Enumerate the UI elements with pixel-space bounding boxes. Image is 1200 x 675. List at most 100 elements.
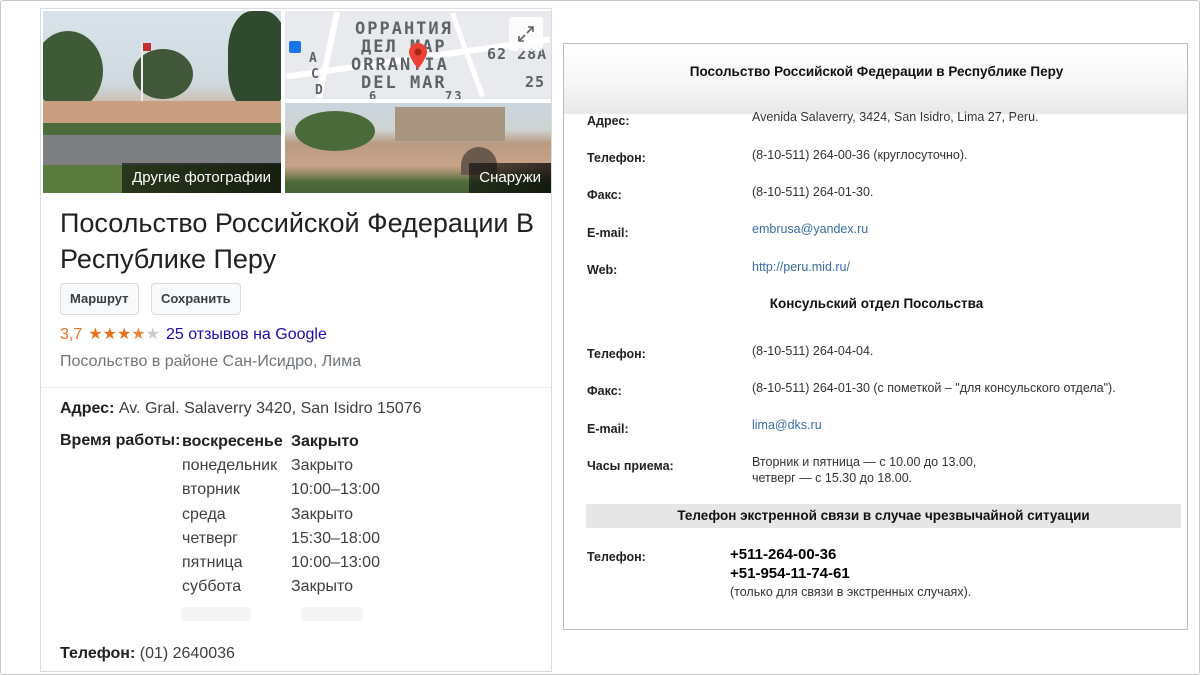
map-label: ДЕЛ MAP — [361, 37, 447, 57]
reception-hours-label: Часы приема: — [587, 459, 674, 473]
map-label: D — [315, 83, 325, 98]
hours-day: суббота — [182, 578, 242, 596]
emergency-note: (только для связи в экстренных случаях). — [730, 585, 972, 599]
hours-day: воскресенье — [182, 433, 283, 450]
star-full-icon: ★ — [88, 326, 103, 343]
site-header: Посольство Российской Федерации в Респуб… — [564, 44, 1187, 114]
consular-email-label: E-mail: — [587, 422, 629, 436]
star-full-icon: ★ — [116, 326, 132, 343]
outside-photo[interactable]: Снаружи — [285, 103, 551, 193]
consular-phone-label: Телефон: — [587, 347, 646, 361]
rating-stars: ★★★★★ — [88, 325, 160, 345]
emergency-phone-1: +511-264-00-36 — [730, 546, 837, 563]
faded-text — [301, 607, 363, 621]
hours-row: среда Закрыто — [182, 505, 411, 529]
place-category: Посольство в районе Сан-Исидро, Лима — [60, 353, 362, 370]
star-half-icon: ★ — [131, 326, 146, 343]
consular-email-link[interactable]: lima@dks.ru — [752, 418, 822, 432]
map-label: 6 — [369, 89, 379, 99]
other-photos-label[interactable]: Другие фотографии — [122, 163, 281, 193]
flag-pole — [141, 43, 151, 103]
hours-row: суббота Закрыто — [182, 577, 411, 601]
emergency-phone-label: Телефон: — [587, 550, 646, 564]
map-thumbnail[interactable]: ОРРАНТИЯ ДЕЛ MAP ORRANTIA DEL MAR A C D … — [285, 11, 551, 99]
map-label: A — [309, 51, 319, 66]
phone-value[interactable]: (01) 2640036 — [140, 645, 235, 662]
address-label: Адрес: — [60, 400, 115, 417]
hours-row: вторник 10:00–13:00 — [182, 480, 411, 504]
photo-tree — [295, 111, 375, 151]
reception-hours-line2: четверг — с 15.30 до 18.00. — [752, 471, 913, 485]
rating-row: 3,7 ★★★★★ 25 отзывов на Google — [60, 325, 327, 345]
hours-time: 10:00–13:00 — [291, 481, 380, 499]
map-label: ORRANTIA — [351, 55, 449, 75]
hours-row: пятница 10:00–13:00 — [182, 553, 411, 577]
map-label: ОРРАНТИЯ — [355, 19, 453, 39]
photo-tree — [43, 31, 103, 111]
transit-icon — [289, 41, 301, 53]
expand-map-button[interactable] — [509, 17, 543, 51]
hours-row: воскресенье Закрыто — [182, 432, 411, 456]
map-label: C — [311, 67, 321, 82]
fax-label: Факс: — [587, 188, 622, 202]
reviews-link[interactable]: 25 отзывов на Google — [166, 325, 327, 345]
hours-time: Закрыто — [291, 578, 354, 596]
phone-label: Телефон: — [60, 645, 136, 662]
consular-fax-label: Факс: — [587, 384, 622, 398]
hours-day: вторник — [182, 481, 240, 499]
hours-time: 15:30–18:00 — [291, 529, 380, 547]
hours-time: Закрыто — [291, 457, 354, 475]
photo-building — [395, 107, 505, 141]
site-title: Посольство Российской Федерации в Респуб… — [689, 64, 1064, 79]
phone-value: (8-10-511) 264-00-36 (круглосуточно). — [752, 148, 968, 162]
hours-row: четверг 15:30–18:00 — [182, 529, 411, 553]
phone-row: Телефон: (01) 2640036 — [60, 645, 235, 663]
embassy-site-card: Посольство Российской Федерации в Респуб… — [563, 43, 1188, 630]
faded-text — [181, 607, 251, 621]
hours-label: Время работы: — [60, 432, 181, 449]
hours-table: воскресенье Закрыто понедельник Закрыто … — [182, 432, 411, 601]
expand-icon — [518, 26, 534, 42]
knowledge-panel: Другие фотографии ОРРАНТИЯ ДЕЛ MAP ORRAN… — [40, 8, 552, 672]
photo-hedge — [43, 123, 281, 135]
reception-hours-line1: Вторник и пятница — с 10.00 до 13.00, — [752, 455, 977, 469]
photo-strip: Другие фотографии ОРРАНТИЯ ДЕЛ MAP ORRAN… — [43, 11, 551, 193]
address-value[interactable]: Av. Gral. Salaverry 3420, San Isidro 150… — [119, 400, 422, 417]
emergency-phone-2: +51-954-11-74-61 — [730, 565, 850, 582]
photo-road — [43, 135, 281, 165]
hours-day: среда — [182, 505, 226, 523]
web-link[interactable]: http://peru.mid.ru/ — [752, 260, 850, 274]
outside-label[interactable]: Снаружи — [469, 163, 551, 193]
email-link[interactable]: embrusa@yandex.ru — [752, 222, 868, 236]
address-label: Адрес: — [587, 114, 630, 128]
star-full-icon: ★ — [102, 326, 117, 343]
save-button[interactable]: Сохранить — [151, 283, 241, 315]
web-label: Web: — [587, 263, 618, 277]
hours-time: 10:00–13:00 — [291, 553, 380, 571]
hours-day: пятница — [182, 553, 243, 571]
address-value: Avenida Salaverry, 3424, San Isidro, Lim… — [752, 110, 1039, 124]
hours-day: четверг — [182, 529, 238, 547]
star-empty-icon: ★ — [145, 326, 160, 343]
email-label: E-mail: — [587, 226, 629, 240]
route-button[interactable]: Маршрут — [60, 283, 139, 315]
map-label: 73 — [445, 89, 464, 99]
hours-time: Закрыто — [291, 505, 354, 523]
place-title: Посольство Российской Федерации В Респуб… — [60, 208, 535, 274]
consular-fax-value: (8-10-511) 264-01-30 (с пометкой – "для … — [752, 381, 1116, 395]
main-photo[interactable]: Другие фотографии — [43, 11, 281, 193]
hours-row: понедельник Закрыто — [182, 456, 411, 480]
map-pin-icon — [409, 43, 427, 69]
consular-section-title: Консульский отдел Посольства — [769, 296, 984, 311]
fax-value: (8-10-511) 264-01-30. — [752, 185, 874, 199]
phone-label: Телефон: — [587, 151, 646, 165]
hours-time: Закрыто — [291, 433, 359, 450]
emergency-section-title: Телефон экстренной связи в случае чрезвы… — [586, 504, 1181, 528]
divider — [41, 387, 551, 388]
address-row: Адрес: Av. Gral. Salaverry 3420, San Isi… — [60, 400, 422, 418]
rating-value: 3,7 — [60, 326, 83, 343]
consular-phone-value: (8-10-511) 264-04-04. — [752, 344, 874, 358]
hours-day: понедельник — [182, 457, 278, 475]
photo-tree — [228, 11, 281, 111]
map-label: 25 — [525, 73, 546, 91]
